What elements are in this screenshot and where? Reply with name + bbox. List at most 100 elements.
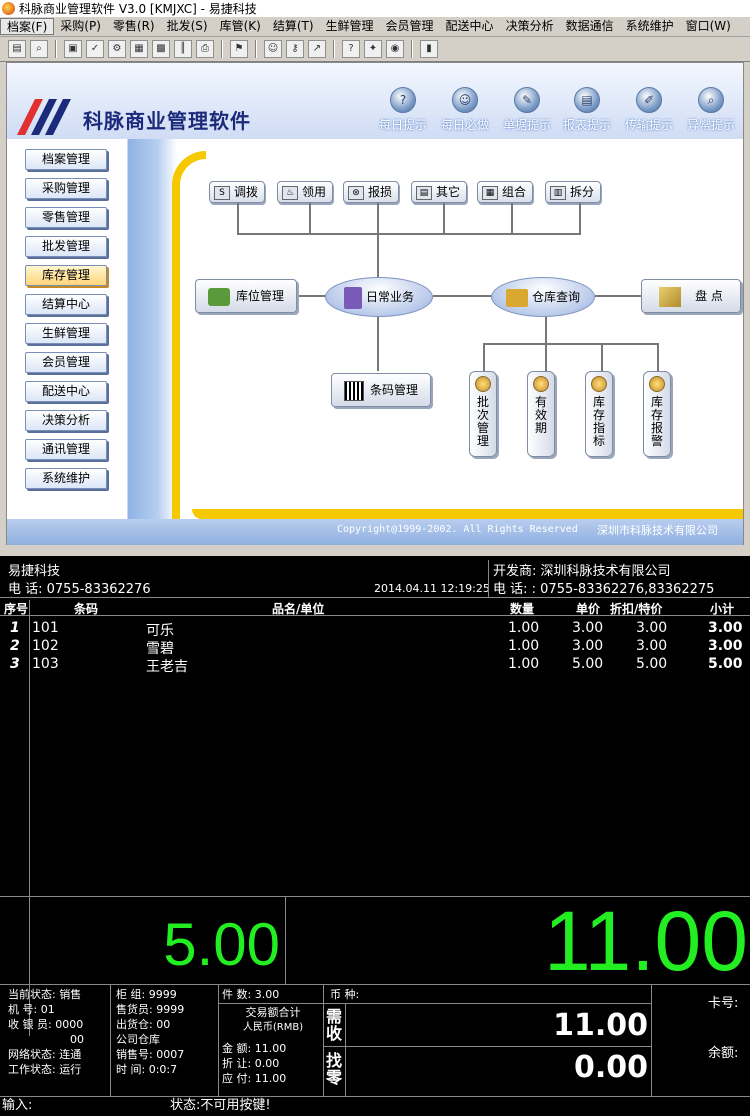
toolbar-separator (55, 40, 57, 58)
flow-sub-button-1[interactable]: 有效期 (527, 371, 555, 457)
toolbar-separator (221, 40, 223, 58)
warehouse-query-button[interactable]: 仓库查询 (491, 277, 595, 317)
connector (237, 233, 581, 235)
menu-item-8[interactable]: 配送中心 (440, 18, 500, 35)
need-receive-label: 需收 (326, 1007, 343, 1043)
cell-sub: 5.00 (708, 656, 743, 672)
tip-button-2[interactable]: ✎ 单据提示 (497, 87, 557, 133)
col-qty: 数量 (510, 602, 535, 616)
door-exit-icon[interactable]: ▮ (420, 40, 438, 58)
total-qty-display: 5.00 (163, 911, 280, 978)
printer-icon[interactable]: ⎙ (196, 40, 214, 58)
menu-item-11[interactable]: 系统维护 (620, 18, 680, 35)
cell-code: 102 (32, 638, 59, 654)
table-row[interactable]: 3 103 王老吉 1.00 5.00 5.00 5.00 (0, 656, 750, 675)
menu-item-6[interactable]: 生鲜管理 (320, 18, 380, 35)
col-index: 序号 (4, 602, 29, 616)
exit-icon[interactable]: ↗ (308, 40, 326, 58)
menu-item-1[interactable]: 采购(P) (54, 18, 107, 35)
connector (483, 343, 659, 345)
flow-top-button-1[interactable]: ♨ 领用 (277, 181, 334, 203)
menu-item-5[interactable]: 结算(T) (267, 18, 320, 35)
flow-top-button-0[interactable]: S 调拨 (209, 181, 266, 203)
menu-item-7[interactable]: 会员管理 (380, 18, 440, 35)
barcode-button[interactable]: 条码管理 (331, 373, 431, 407)
sidebar-item-1[interactable]: 采购管理 (25, 178, 107, 199)
tip-label: 每日必做 (440, 118, 489, 132)
flow-sub-button-0[interactable]: 批次管理 (469, 371, 497, 457)
calculator-icon[interactable]: ▩ (152, 40, 170, 58)
daily-business-button[interactable]: 日常业务 (325, 277, 433, 317)
flow-sub-label: 有效期 (534, 395, 547, 435)
table-row[interactable]: 2 102 雪碧 1.00 3.00 3.00 3.00 (0, 638, 750, 657)
web-icon[interactable]: ◉ (386, 40, 404, 58)
sidebar-item-6[interactable]: 生鲜管理 (25, 323, 107, 344)
input-label[interactable]: 输入: (2, 1098, 32, 1113)
sidebar-item-9[interactable]: 决策分析 (25, 410, 107, 431)
menu-item-4[interactable]: 库管(K) (214, 18, 267, 35)
report-icon[interactable]: ▦ (130, 40, 148, 58)
sidebar-item-2[interactable]: 零售管理 (25, 207, 107, 228)
tip-button-4[interactable]: ✐ 传输提示 (619, 87, 679, 133)
sidebar-item-7[interactable]: 会员管理 (25, 352, 107, 373)
flow-sub-3-icon (649, 376, 665, 392)
coin-type: 币 种: (330, 988, 360, 1001)
col-code: 条码 (74, 602, 99, 616)
menu-item-3[interactable]: 批发(S) (161, 18, 214, 35)
check-doc-icon[interactable]: ✓ (86, 40, 104, 58)
sidebar-item-10[interactable]: 通讯管理 (25, 439, 107, 460)
receive-amount: 11.00 (553, 1008, 648, 1043)
notebook-icon[interactable]: ▣ (64, 40, 82, 58)
network-value: 连通 (59, 1048, 82, 1061)
flow-top-label: 组合 (502, 185, 527, 199)
sidebar-item-11[interactable]: 系统维护 (25, 468, 107, 489)
toolbar: ▤ ⌕ ▣ ✓ ⚙ ▦ ▩ ║ ⎙ ⚑ ☺ ⚷ ↗ ? ✦ ◉ ▮ (0, 37, 750, 62)
divider (218, 984, 219, 1096)
flow-top-label: 调拨 (234, 185, 259, 199)
menu-item-12[interactable]: 窗口(W) (680, 18, 737, 35)
tip-button-3[interactable]: ▤ 报表提示 (557, 87, 617, 133)
flow-top-button-2[interactable]: ⊛ 报损 (343, 181, 400, 203)
query-icon[interactable]: ⌕ (30, 40, 48, 58)
store-phone: 电 话: 0755-83362276 (8, 582, 151, 597)
flow-sub-button-3[interactable]: 库存报警 (643, 371, 671, 457)
bulb-icon[interactable]: ✦ (364, 40, 382, 58)
help-icon[interactable]: ? (342, 40, 360, 58)
flow-top-button-4[interactable]: ▦ 组合 (477, 181, 534, 203)
table-row[interactable]: 1 101 可乐 1.00 3.00 3.00 3.00 (0, 620, 750, 639)
settings-icon[interactable]: ⚙ (108, 40, 126, 58)
menu-item-0[interactable]: 档案(F) (0, 18, 55, 35)
barcode-label: 条码管理 (369, 383, 418, 397)
tip-5-icon: ⌕ (698, 87, 724, 113)
sidebar-item-5[interactable]: 结算中心 (25, 294, 107, 315)
sidebar-item-4[interactable]: 库存管理 (25, 265, 107, 286)
flow-top-button-5[interactable]: ▥ 拆分 (545, 181, 602, 203)
connector (595, 295, 641, 297)
sidebar-item-3[interactable]: 批发管理 (25, 236, 107, 257)
key-icon[interactable]: ⚷ (286, 40, 304, 58)
warehouse-name: 公司仓库 (116, 1033, 160, 1046)
tip-button-0[interactable]: ? 每日提示 (373, 87, 433, 133)
flow-top-button-3[interactable]: ▤ 其它 (411, 181, 468, 203)
barcode-icon[interactable]: ║ (174, 40, 192, 58)
tip-button-1[interactable]: ☺ 每日必做 (435, 87, 495, 133)
flag-icon[interactable]: ⚑ (230, 40, 248, 58)
connector (483, 343, 485, 371)
menu-item-10[interactable]: 数据通信 (560, 18, 620, 35)
divider (285, 896, 286, 984)
menu-item-9[interactable]: 决策分析 (500, 18, 560, 35)
tip-label: 异常提示 (686, 118, 735, 132)
sidebar-item-0[interactable]: 档案管理 (25, 149, 107, 170)
new-doc-icon[interactable]: ▤ (8, 40, 26, 58)
location-button[interactable]: 库位管理 (195, 279, 297, 313)
seller-label: 售货员: (116, 1003, 153, 1016)
menu-item-2[interactable]: 零售(R) (107, 18, 161, 35)
connector (433, 295, 493, 297)
flow-sub-button-2[interactable]: 库存指标 (585, 371, 613, 457)
machine-value: 01 (40, 1003, 55, 1016)
user-icon[interactable]: ☺ (264, 40, 282, 58)
tip-button-5[interactable]: ⌕ 异常提示 (681, 87, 741, 133)
stocktake-button[interactable]: 盘 点 (641, 279, 741, 313)
sidebar-item-8[interactable]: 配送中心 (25, 381, 107, 402)
card-label: 卡号: (708, 996, 739, 1011)
